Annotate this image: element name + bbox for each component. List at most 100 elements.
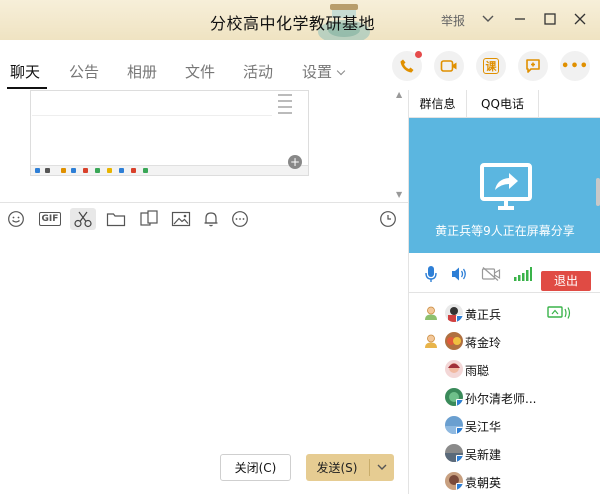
list-item[interactable]: 吴江华: [409, 412, 600, 440]
course-button[interactable]: 课: [476, 51, 506, 81]
bell-icon: [204, 212, 218, 227]
tab-activity[interactable]: 活动: [243, 61, 273, 82]
report-link[interactable]: 举报: [441, 12, 465, 29]
video-call-button[interactable]: [434, 51, 464, 81]
speaker-button[interactable]: [449, 265, 469, 283]
device-icon: [456, 315, 463, 322]
tb-icon: [131, 168, 136, 173]
gif-icon: GIF: [38, 212, 62, 226]
tab-album[interactable]: 相册: [127, 61, 157, 82]
doc-button[interactable]: [138, 208, 160, 230]
member-name: 雨聪: [465, 364, 490, 378]
tb-icon: [107, 168, 112, 173]
tab-announcement[interactable]: 公告: [69, 61, 99, 82]
device-icon: [456, 399, 463, 406]
avatar: [445, 444, 463, 462]
scroll-up-icon[interactable]: ▲: [396, 91, 404, 99]
screenshot-button[interactable]: [70, 208, 96, 230]
scissors-icon: [74, 211, 92, 228]
send-button-label: 发送(S): [316, 461, 358, 475]
device-icon: [456, 427, 463, 434]
message-area[interactable]: + ▲ ▼: [0, 90, 408, 202]
list-item[interactable]: 孙尔清老师...: [409, 384, 600, 412]
chevron-down-icon[interactable]: ▼: [396, 191, 404, 199]
screenshot-list: [278, 94, 292, 118]
avatar: [445, 332, 463, 350]
minimize-icon[interactable]: [510, 9, 530, 29]
send-separator: [369, 459, 370, 476]
message-input[interactable]: 关闭(C) 发送(S): [0, 237, 408, 494]
maximize-icon[interactable]: [540, 9, 560, 29]
tab-settings-label: 设置: [302, 63, 333, 81]
quit-call-button[interactable]: 退出: [541, 271, 591, 291]
smile-icon: [8, 211, 24, 227]
close-icon[interactable]: [570, 9, 590, 29]
screen-share-icon: [480, 163, 532, 210]
document-icon: [140, 210, 158, 226]
history-button[interactable]: [377, 208, 399, 230]
admin-icon: [425, 334, 437, 348]
camera-off-button[interactable]: [481, 265, 501, 283]
tb-icon: [45, 168, 50, 173]
folder-button[interactable]: [105, 208, 127, 230]
send-button[interactable]: 发送(S): [306, 454, 394, 481]
chevron-down-icon: [336, 66, 346, 76]
avatar: [445, 388, 463, 406]
screen-share-panel[interactable]: 黄正兵等9人正在屏幕分享: [409, 118, 600, 253]
list-item[interactable]: 吴新建: [409, 440, 600, 468]
tb-icon: [71, 168, 76, 173]
more-tools-button[interactable]: [229, 208, 251, 230]
tb-icon: [83, 168, 88, 173]
list-item[interactable]: 蒋金玲: [409, 328, 600, 356]
owner-icon: [425, 306, 437, 320]
signal-strength-icon: [513, 265, 533, 283]
tab-settings[interactable]: 设置: [302, 61, 346, 82]
member-name: 吴江华: [465, 420, 502, 434]
chevron-down-icon[interactable]: [375, 460, 389, 474]
tb-icon: [35, 168, 40, 173]
right-tabs: 群信息 QQ电话: [409, 90, 600, 118]
shared-screenshot-image[interactable]: +: [30, 90, 309, 176]
chevron-down-icon[interactable]: [478, 9, 498, 29]
chat-plus-icon: [526, 59, 540, 73]
list-item[interactable]: 黄正兵: [409, 300, 600, 328]
image-button[interactable]: [170, 208, 192, 230]
active-tab-indicator: [7, 87, 47, 89]
add-message-button[interactable]: [518, 51, 548, 81]
microphone-icon: [425, 266, 437, 282]
more-button[interactable]: •••: [560, 51, 590, 81]
tb-icon: [95, 168, 100, 173]
course-icon: 课: [483, 58, 499, 74]
input-toolbar: GIF: [0, 203, 408, 237]
tab-chat[interactable]: 聊天: [10, 61, 40, 82]
list-item[interactable]: 雨聪: [409, 356, 600, 384]
gif-button[interactable]: GIF: [38, 208, 62, 230]
clock-icon: [380, 211, 396, 227]
folder-icon: [106, 213, 126, 227]
call-controls: 退出: [409, 253, 600, 293]
member-name: 吴新建: [465, 448, 502, 462]
right-scrollbar[interactable]: [596, 178, 600, 206]
tb-icon: [119, 168, 124, 173]
title-bar: 分校高中化学教研基地 举报: [0, 0, 600, 42]
tab-files[interactable]: 文件: [185, 61, 215, 82]
notify-button[interactable]: [200, 208, 222, 230]
list-item[interactable]: 袁朝英: [409, 468, 600, 494]
notification-dot: [415, 51, 422, 58]
tab-qq-call[interactable]: QQ电话: [467, 90, 539, 118]
tab-group-info[interactable]: 群信息: [409, 90, 467, 118]
group-title: 分校高中化学教研基地: [210, 14, 376, 33]
zoom-in-icon[interactable]: +: [288, 155, 302, 169]
microphone-button[interactable]: [421, 265, 441, 283]
avatar: [445, 416, 463, 434]
phone-call-button[interactable]: [392, 51, 422, 81]
close-button[interactable]: 关闭(C): [220, 454, 291, 481]
image-icon: [171, 211, 191, 227]
more-icon: •••: [561, 58, 589, 74]
more-circle-icon: [232, 211, 248, 227]
avatar: [445, 472, 463, 490]
emoji-button[interactable]: [5, 208, 27, 230]
camera-off-icon: [481, 267, 501, 281]
phone-icon: [400, 59, 414, 73]
screen-share-text: 黄正兵等9人正在屏幕分享: [435, 224, 575, 238]
